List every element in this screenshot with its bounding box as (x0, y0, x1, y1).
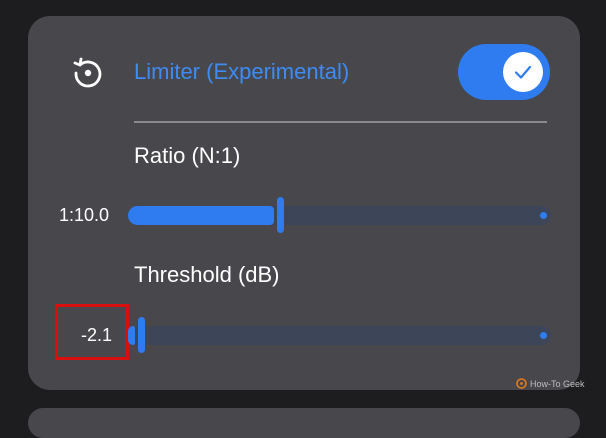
ratio-slider-end-dot (540, 212, 547, 219)
ratio-slider-fill (128, 206, 274, 225)
threshold-label: Threshold (dB) (134, 262, 280, 287)
threshold-slider-fill (128, 326, 135, 345)
limiter-title: Limiter (Experimental) (134, 59, 350, 84)
limiter-toggle[interactable] (458, 44, 550, 100)
threshold-slider-end-dot (540, 332, 547, 339)
ratio-value: 1:10.0 (59, 205, 110, 225)
howtogeek-logo (516, 378, 527, 389)
ratio-label: Ratio (N:1) (134, 143, 241, 168)
divider (134, 121, 547, 123)
check-icon (514, 65, 532, 79)
ratio-slider[interactable] (128, 197, 551, 233)
ratio-slider-handle[interactable] (277, 197, 284, 233)
reset-icon[interactable] (71, 56, 105, 90)
watermark: How-To Geek (516, 378, 585, 389)
toggle-knob (503, 52, 543, 92)
threshold-slider-handle[interactable] (138, 317, 145, 353)
next-card (28, 408, 580, 438)
watermark-text: How-To Geek (530, 378, 585, 389)
threshold-slider[interactable] (128, 317, 551, 353)
threshold-value: -2.1 (81, 325, 113, 345)
